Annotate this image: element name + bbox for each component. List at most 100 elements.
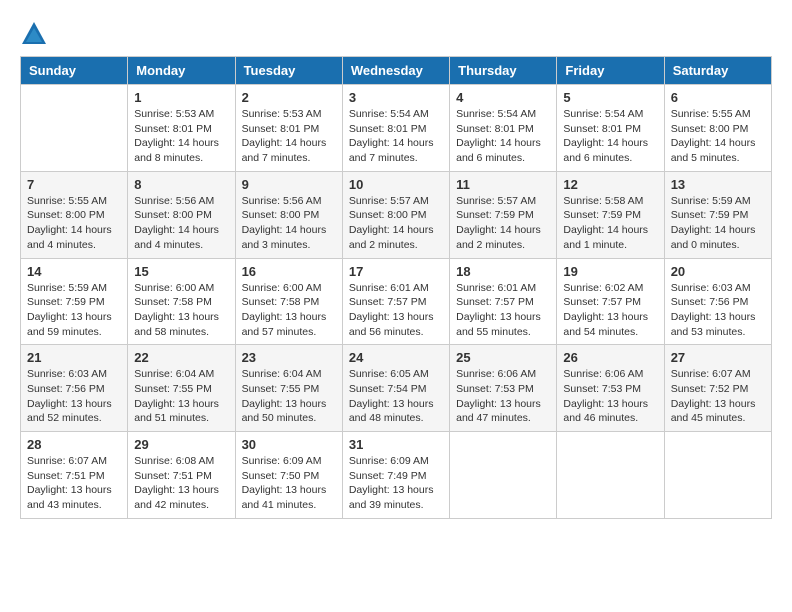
calendar-cell: 16 Sunrise: 6:00 AM Sunset: 7:58 PM Dayli…	[235, 258, 342, 345]
calendar-cell	[664, 432, 771, 519]
day-info: Sunrise: 6:00 AM Sunset: 7:58 PM Dayligh…	[242, 281, 336, 340]
day-number: 2	[242, 90, 336, 105]
header-row: SundayMondayTuesdayWednesdayThursdayFrid…	[21, 57, 772, 85]
day-info: Sunrise: 6:00 AM Sunset: 7:58 PM Dayligh…	[134, 281, 228, 340]
day-info: Sunrise: 5:56 AM Sunset: 8:00 PM Dayligh…	[134, 194, 228, 253]
day-number: 21	[27, 350, 121, 365]
day-number: 15	[134, 264, 228, 279]
header-tuesday: Tuesday	[235, 57, 342, 85]
day-info: Sunrise: 6:06 AM Sunset: 7:53 PM Dayligh…	[456, 367, 550, 426]
day-info: Sunrise: 5:57 AM Sunset: 7:59 PM Dayligh…	[456, 194, 550, 253]
day-number: 10	[349, 177, 443, 192]
day-number: 31	[349, 437, 443, 452]
calendar-cell: 22 Sunrise: 6:04 AM Sunset: 7:55 PM Dayli…	[128, 345, 235, 432]
calendar-cell: 25 Sunrise: 6:06 AM Sunset: 7:53 PM Dayli…	[450, 345, 557, 432]
header-thursday: Thursday	[450, 57, 557, 85]
calendar-cell: 8 Sunrise: 5:56 AM Sunset: 8:00 PM Daylig…	[128, 171, 235, 258]
day-number: 22	[134, 350, 228, 365]
calendar-cell: 30 Sunrise: 6:09 AM Sunset: 7:50 PM Dayli…	[235, 432, 342, 519]
calendar-cell: 29 Sunrise: 6:08 AM Sunset: 7:51 PM Dayli…	[128, 432, 235, 519]
calendar-cell: 2 Sunrise: 5:53 AM Sunset: 8:01 PM Daylig…	[235, 85, 342, 172]
calendar-cell: 6Sunrise: 5:55 AM Sunset: 8:00 PM Daylig…	[664, 85, 771, 172]
day-info: Sunrise: 6:06 AM Sunset: 7:53 PM Dayligh…	[563, 367, 657, 426]
day-info: Sunrise: 5:58 AM Sunset: 7:59 PM Dayligh…	[563, 194, 657, 253]
day-number: 8	[134, 177, 228, 192]
header-friday: Friday	[557, 57, 664, 85]
day-info: Sunrise: 5:54 AM Sunset: 8:01 PM Dayligh…	[456, 107, 550, 166]
calendar-cell: 9 Sunrise: 5:56 AM Sunset: 8:00 PM Daylig…	[235, 171, 342, 258]
day-number: 6	[671, 90, 765, 105]
calendar-cell: 17 Sunrise: 6:01 AM Sunset: 7:57 PM Dayli…	[342, 258, 449, 345]
calendar-cell: 24 Sunrise: 6:05 AM Sunset: 7:54 PM Dayli…	[342, 345, 449, 432]
day-info: Sunrise: 6:09 AM Sunset: 7:50 PM Dayligh…	[242, 454, 336, 513]
day-number: 30	[242, 437, 336, 452]
day-info: Sunrise: 5:53 AM Sunset: 8:01 PM Dayligh…	[242, 107, 336, 166]
day-number: 4	[456, 90, 550, 105]
day-number: 26	[563, 350, 657, 365]
day-number: 13	[671, 177, 765, 192]
day-number: 29	[134, 437, 228, 452]
day-info: Sunrise: 6:05 AM Sunset: 7:54 PM Dayligh…	[349, 367, 443, 426]
day-info: Sunrise: 6:01 AM Sunset: 7:57 PM Dayligh…	[456, 281, 550, 340]
calendar-cell	[21, 85, 128, 172]
day-number: 25	[456, 350, 550, 365]
page-header	[20, 20, 772, 48]
calendar-cell: 26 Sunrise: 6:06 AM Sunset: 7:53 PM Dayli…	[557, 345, 664, 432]
calendar-cell: 19 Sunrise: 6:02 AM Sunset: 7:57 PM Dayli…	[557, 258, 664, 345]
day-number: 16	[242, 264, 336, 279]
day-info: Sunrise: 6:07 AM Sunset: 7:51 PM Dayligh…	[27, 454, 121, 513]
day-number: 20	[671, 264, 765, 279]
header-sunday: Sunday	[21, 57, 128, 85]
week-row-3: 14Sunrise: 5:59 AM Sunset: 7:59 PM Dayli…	[21, 258, 772, 345]
header-wednesday: Wednesday	[342, 57, 449, 85]
day-number: 1	[134, 90, 228, 105]
calendar-cell: 10 Sunrise: 5:57 AM Sunset: 8:00 PM Dayli…	[342, 171, 449, 258]
week-row-5: 28Sunrise: 6:07 AM Sunset: 7:51 PM Dayli…	[21, 432, 772, 519]
week-row-1: 1 Sunrise: 5:53 AM Sunset: 8:01 PM Daylig…	[21, 85, 772, 172]
day-number: 5	[563, 90, 657, 105]
calendar-cell: 15 Sunrise: 6:00 AM Sunset: 7:58 PM Dayli…	[128, 258, 235, 345]
day-number: 23	[242, 350, 336, 365]
day-number: 12	[563, 177, 657, 192]
day-info: Sunrise: 6:03 AM Sunset: 7:56 PM Dayligh…	[27, 367, 121, 426]
day-number: 7	[27, 177, 121, 192]
day-info: Sunrise: 6:01 AM Sunset: 7:57 PM Dayligh…	[349, 281, 443, 340]
day-number: 9	[242, 177, 336, 192]
calendar-cell	[450, 432, 557, 519]
calendar-cell	[557, 432, 664, 519]
calendar-table: SundayMondayTuesdayWednesdayThursdayFrid…	[20, 56, 772, 519]
calendar-cell: 12 Sunrise: 5:58 AM Sunset: 7:59 PM Dayli…	[557, 171, 664, 258]
calendar-cell: 3Sunrise: 5:54 AM Sunset: 8:01 PM Daylig…	[342, 85, 449, 172]
day-info: Sunrise: 5:54 AM Sunset: 8:01 PM Dayligh…	[349, 107, 443, 166]
calendar-cell: 5 Sunrise: 5:54 AM Sunset: 8:01 PM Daylig…	[557, 85, 664, 172]
calendar-cell: 7Sunrise: 5:55 AM Sunset: 8:00 PM Daylig…	[21, 171, 128, 258]
calendar-cell: 21 Sunrise: 6:03 AM Sunset: 7:56 PM Dayli…	[21, 345, 128, 432]
calendar-cell: 13Sunrise: 5:59 AM Sunset: 7:59 PM Dayli…	[664, 171, 771, 258]
calendar-header: SundayMondayTuesdayWednesdayThursdayFrid…	[21, 57, 772, 85]
day-number: 11	[456, 177, 550, 192]
day-number: 18	[456, 264, 550, 279]
calendar-body: 1 Sunrise: 5:53 AM Sunset: 8:01 PM Daylig…	[21, 85, 772, 519]
day-info: Sunrise: 6:02 AM Sunset: 7:57 PM Dayligh…	[563, 281, 657, 340]
day-info: Sunrise: 6:08 AM Sunset: 7:51 PM Dayligh…	[134, 454, 228, 513]
day-info: Sunrise: 5:56 AM Sunset: 8:00 PM Dayligh…	[242, 194, 336, 253]
day-info: Sunrise: 6:04 AM Sunset: 7:55 PM Dayligh…	[134, 367, 228, 426]
day-number: 24	[349, 350, 443, 365]
calendar-cell: 11 Sunrise: 5:57 AM Sunset: 7:59 PM Dayli…	[450, 171, 557, 258]
day-info: Sunrise: 5:53 AM Sunset: 8:01 PM Dayligh…	[134, 107, 228, 166]
calendar-cell: 20Sunrise: 6:03 AM Sunset: 7:56 PM Dayli…	[664, 258, 771, 345]
calendar-cell: 28Sunrise: 6:07 AM Sunset: 7:51 PM Dayli…	[21, 432, 128, 519]
calendar-cell: 18 Sunrise: 6:01 AM Sunset: 7:57 PM Dayli…	[450, 258, 557, 345]
calendar-cell: 27Sunrise: 6:07 AM Sunset: 7:52 PM Dayli…	[664, 345, 771, 432]
day-info: Sunrise: 5:57 AM Sunset: 8:00 PM Dayligh…	[349, 194, 443, 253]
week-row-4: 21 Sunrise: 6:03 AM Sunset: 7:56 PM Dayli…	[21, 345, 772, 432]
day-number: 17	[349, 264, 443, 279]
day-number: 19	[563, 264, 657, 279]
day-number: 27	[671, 350, 765, 365]
day-number: 14	[27, 264, 121, 279]
calendar-cell: 4 Sunrise: 5:54 AM Sunset: 8:01 PM Daylig…	[450, 85, 557, 172]
calendar-cell: 23Sunrise: 6:04 AM Sunset: 7:55 PM Dayli…	[235, 345, 342, 432]
day-info: Sunrise: 5:54 AM Sunset: 8:01 PM Dayligh…	[563, 107, 657, 166]
logo	[20, 20, 52, 48]
calendar-cell: 31Sunrise: 6:09 AM Sunset: 7:49 PM Dayli…	[342, 432, 449, 519]
